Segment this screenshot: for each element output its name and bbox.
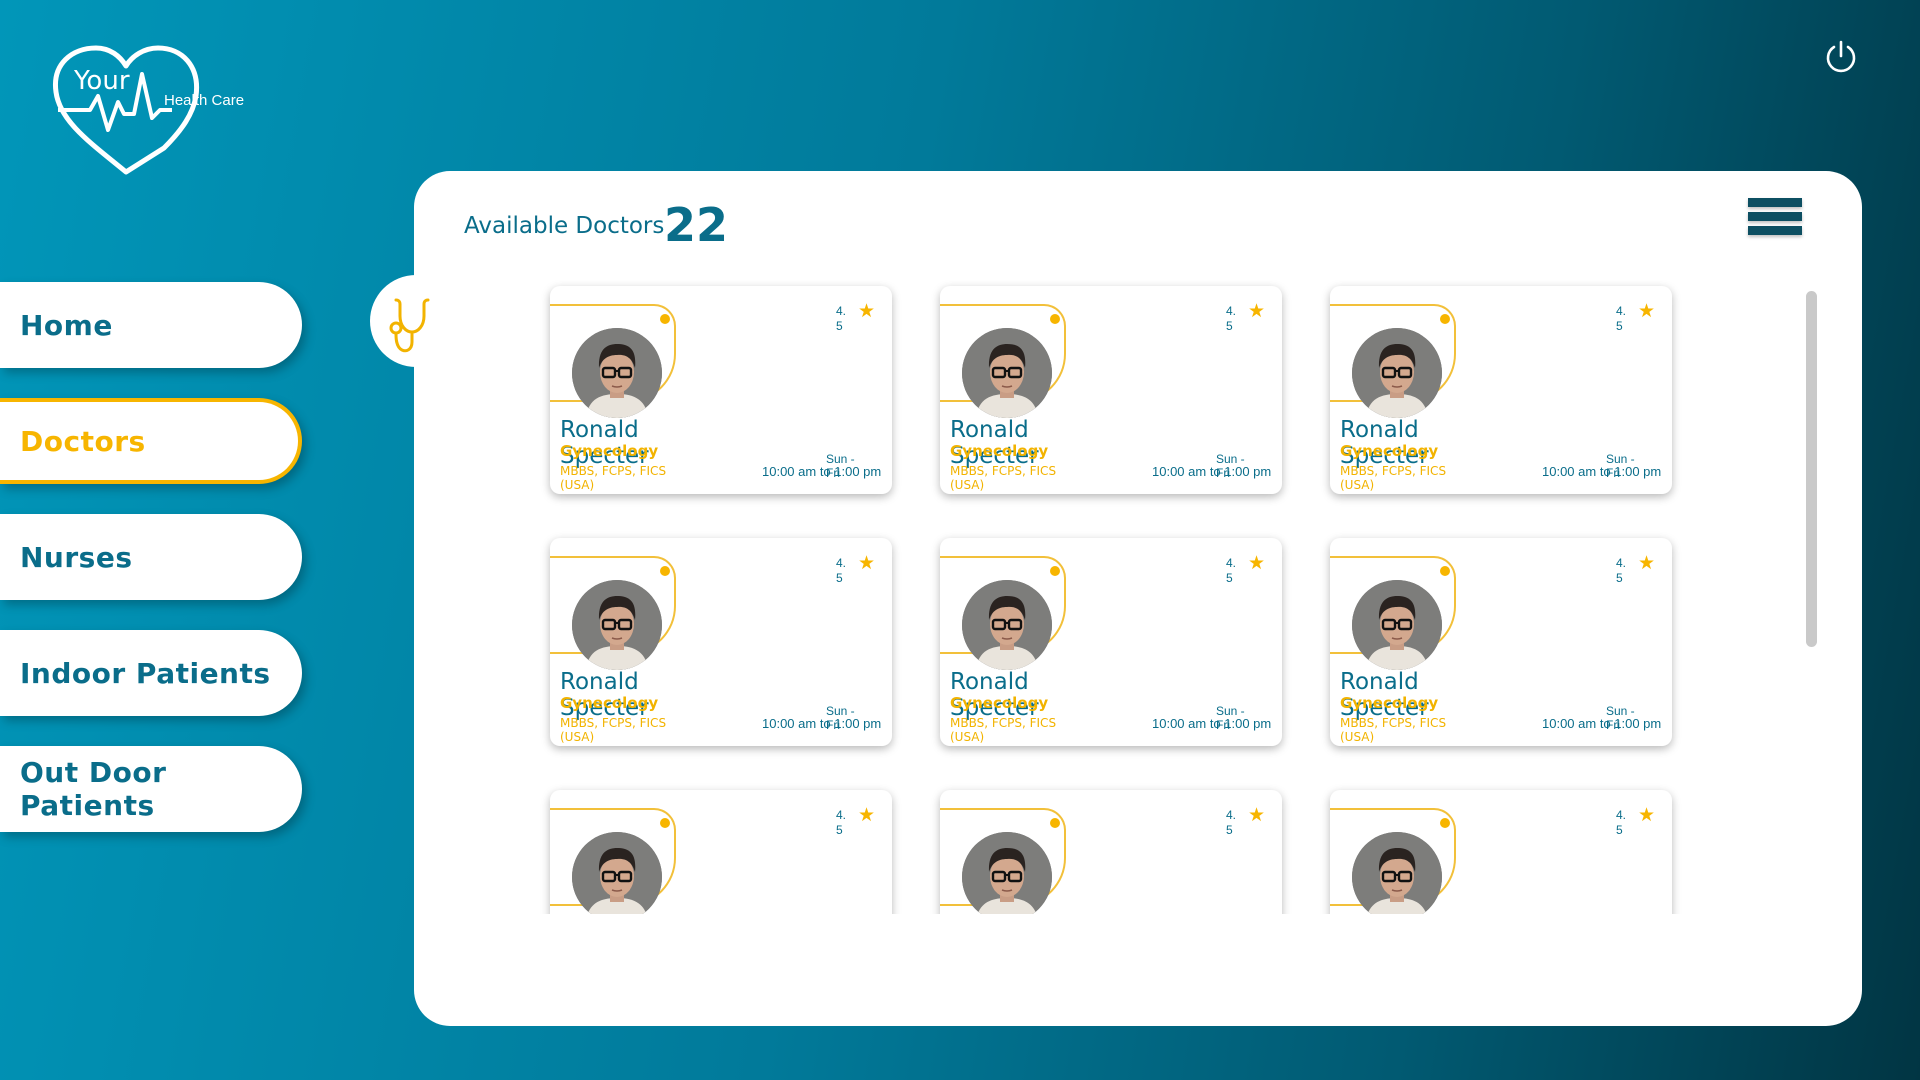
doctor-time: 10:00 am to 1:00 pm xyxy=(1542,716,1662,731)
doctor-specialty: Gynecology xyxy=(1340,694,1439,712)
stethoscope-icon xyxy=(384,292,450,358)
photo-frame xyxy=(550,808,676,914)
star-icon: ★ xyxy=(858,301,876,322)
doctor-avatar xyxy=(1352,832,1442,914)
doctor-card-2[interactable]: 4.5 ★ Ronald Specter Gynecology MBBS, FC… xyxy=(940,286,1282,494)
online-dot-icon xyxy=(660,314,670,324)
doctor-qualifications: MBBS, FCPS, FICS (USA) xyxy=(560,716,667,744)
star-icon: ★ xyxy=(1638,805,1656,826)
doctor-qualifications: MBBS, FCPS, FICS (USA) xyxy=(1340,464,1447,492)
doctor-card-1[interactable]: 4.5 ★ Ronald Specter Gynecology MBBS, FC… xyxy=(550,286,892,494)
doctor-time: 10:00 am to 1:00 pm xyxy=(762,716,882,731)
online-dot-icon xyxy=(1440,314,1450,324)
online-dot-icon xyxy=(660,818,670,828)
doctor-specialty: Gynecology xyxy=(1340,442,1439,460)
rating-value: 4.5 xyxy=(836,556,847,585)
rating-value: 4.5 xyxy=(1616,808,1627,837)
online-dot-icon xyxy=(1440,566,1450,576)
photo-frame xyxy=(550,556,676,670)
app-logo: Your Health Care xyxy=(52,44,252,176)
star-icon: ★ xyxy=(1248,805,1266,826)
doctor-specialty: Gynecology xyxy=(950,442,1049,460)
online-dot-icon xyxy=(660,566,670,576)
hamburger-menu-icon[interactable] xyxy=(1748,198,1802,244)
heart-pulse-icon xyxy=(53,45,200,175)
photo-frame xyxy=(940,556,1066,670)
online-dot-icon xyxy=(1440,818,1450,828)
star-icon: ★ xyxy=(1248,553,1266,574)
nav-item-out-door-patients[interactable]: Out Door Patients xyxy=(0,746,302,832)
nav-item-home[interactable]: Home xyxy=(0,282,302,368)
photo-frame xyxy=(550,304,676,418)
doctor-avatar xyxy=(572,580,662,670)
star-icon: ★ xyxy=(858,805,876,826)
photo-frame xyxy=(1330,556,1456,670)
doctor-grid: 4.5 ★ Ronald Specter Gynecology MBBS, FC… xyxy=(540,280,1700,914)
photo-frame xyxy=(940,304,1066,418)
star-icon: ★ xyxy=(1638,553,1656,574)
online-dot-icon xyxy=(1050,566,1060,576)
doctor-qualifications: MBBS, FCPS, FICS (USA) xyxy=(950,464,1057,492)
doctor-count: 22 xyxy=(664,198,729,252)
doctor-specialty: Gynecology xyxy=(560,442,659,460)
photo-frame xyxy=(1330,304,1456,418)
logo-text-your: Your xyxy=(74,66,130,96)
logo-text-health-care: Health Care xyxy=(164,92,245,109)
doctor-avatar xyxy=(962,832,1052,914)
doctor-time: 10:00 am to 1:00 pm xyxy=(1542,464,1662,479)
rating-value: 4.5 xyxy=(836,304,847,333)
doctor-time: 10:00 am to 1:00 pm xyxy=(762,464,882,479)
star-icon: ★ xyxy=(858,553,876,574)
doctor-qualifications: MBBS, FCPS, FICS (USA) xyxy=(950,716,1057,744)
doctor-card-8[interactable]: 4.5 ★ Ronald Specter Gynecology MBBS, FC… xyxy=(940,790,1282,914)
panel-title: Available Doctors xyxy=(464,213,665,239)
doctor-avatar xyxy=(962,580,1052,670)
star-icon: ★ xyxy=(1638,301,1656,322)
online-dot-icon xyxy=(1050,818,1060,828)
rating-value: 4.5 xyxy=(836,808,847,837)
nav-item-indoor-patients[interactable]: Indoor Patients xyxy=(0,630,302,716)
doctor-avatar xyxy=(572,832,662,914)
panel-scrollbar[interactable] xyxy=(1806,291,1817,647)
doctor-qualifications: MBBS, FCPS, FICS (USA) xyxy=(560,464,667,492)
sidebar-nav: Home Doctors Nurses Indoor Patients Out … xyxy=(0,282,302,862)
power-icon[interactable] xyxy=(1822,38,1860,76)
nav-item-doctors[interactable]: Doctors xyxy=(0,398,302,484)
doctor-avatar xyxy=(1352,328,1442,418)
doctor-specialty: Gynecology xyxy=(950,694,1049,712)
online-dot-icon xyxy=(1050,314,1060,324)
star-icon: ★ xyxy=(1248,301,1266,322)
doctor-card-6[interactable]: 4.5 ★ Ronald Specter Gynecology MBBS, FC… xyxy=(1330,538,1672,746)
doctor-specialty: Gynecology xyxy=(560,694,659,712)
doctor-avatar xyxy=(572,328,662,418)
rating-value: 4.5 xyxy=(1616,304,1627,333)
doctor-time: 10:00 am to 1:00 pm xyxy=(1152,716,1272,731)
rating-value: 4.5 xyxy=(1226,808,1237,837)
doctor-card-3[interactable]: 4.5 ★ Ronald Specter Gynecology MBBS, FC… xyxy=(1330,286,1672,494)
nav-item-nurses[interactable]: Nurses xyxy=(0,514,302,600)
doctor-avatar xyxy=(1352,580,1442,670)
rating-value: 4.5 xyxy=(1616,556,1627,585)
rating-value: 4.5 xyxy=(1226,556,1237,585)
rating-value: 4.5 xyxy=(1226,304,1237,333)
doctor-card-5[interactable]: 4.5 ★ Ronald Specter Gynecology MBBS, FC… xyxy=(940,538,1282,746)
doctor-card-9[interactable]: 4.5 ★ Ronald Specter Gynecology MBBS, FC… xyxy=(1330,790,1672,914)
doctor-time: 10:00 am to 1:00 pm xyxy=(1152,464,1272,479)
doctor-avatar xyxy=(962,328,1052,418)
doctor-card-4[interactable]: 4.5 ★ Ronald Specter Gynecology MBBS, FC… xyxy=(550,538,892,746)
photo-frame xyxy=(1330,808,1456,914)
photo-frame xyxy=(940,808,1066,914)
doctor-card-7[interactable]: 4.5 ★ Ronald Specter Gynecology MBBS, FC… xyxy=(550,790,892,914)
doctor-qualifications: MBBS, FCPS, FICS (USA) xyxy=(1340,716,1447,744)
